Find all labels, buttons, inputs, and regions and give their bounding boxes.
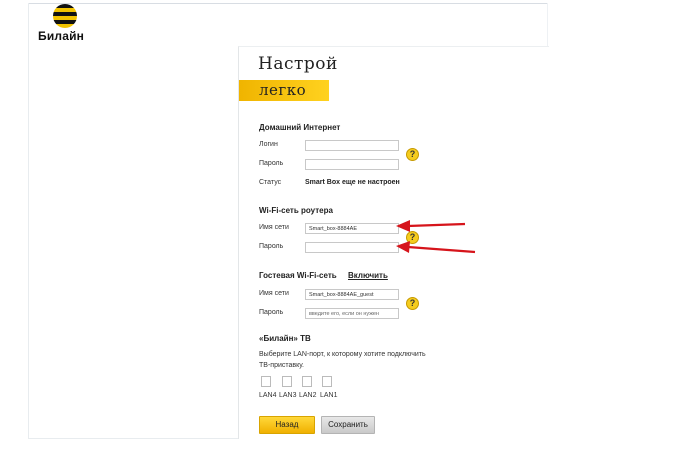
- arrow-to-password-field: [396, 241, 476, 254]
- arrow-to-ssid-field: [396, 220, 466, 232]
- screen: Билайн Настрой легко Домашний Интернет Л…: [0, 0, 700, 452]
- annotation-arrows: [396, 220, 476, 254]
